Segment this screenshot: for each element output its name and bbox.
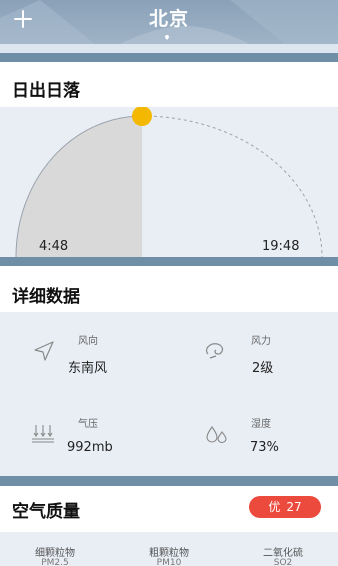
pollutant-code: PM10 xyxy=(156,558,182,566)
sunset-time: 19:48 xyxy=(262,239,300,254)
header-band-dark xyxy=(0,53,338,62)
pollutant-code: SO2 xyxy=(273,558,293,566)
location-dot-icon xyxy=(165,35,169,40)
pollutant-name: 细颗粒物 xyxy=(35,548,75,559)
wind-direction-value: 东南风 xyxy=(68,361,108,376)
humidity-drops-icon xyxy=(206,426,227,444)
humidity-label: 湿度 xyxy=(251,419,271,430)
pollutant-name: 粗颗粒物 xyxy=(149,548,189,559)
details-card: 风向 东南风 风力 2级 气压 992mb 湿度 73% xyxy=(0,312,338,476)
air-quality-index: 27 xyxy=(286,500,302,514)
sunrise-sunset-card: 4:48 19:48 xyxy=(0,107,338,257)
elapsed-day-area xyxy=(16,116,142,257)
details-section-title: 详细数据 xyxy=(12,287,80,307)
pollutant-code: PM2.5 xyxy=(41,558,69,566)
navigation-arrow-icon xyxy=(34,341,54,361)
wind-swirl-icon xyxy=(206,343,224,359)
section-divider xyxy=(0,257,338,266)
wind-direction-label: 风向 xyxy=(78,336,98,347)
pressure-value: 992mb xyxy=(67,440,113,455)
pressure-label: 气压 xyxy=(78,419,98,430)
air-quality-badge[interactable]: 优 27 xyxy=(249,496,321,518)
wind-force-value: 2级 xyxy=(252,361,274,376)
sun-arc-diagram xyxy=(15,107,323,257)
sun-path-remaining xyxy=(141,115,323,257)
pollutant-name: 二氧化硫 xyxy=(263,548,303,559)
sunrise-section-title: 日出日落 xyxy=(12,81,80,101)
city-header: 北京 xyxy=(0,0,338,44)
pressure-gauge-icon xyxy=(32,425,54,443)
air-quality-section-title: 空气质量 xyxy=(12,502,80,522)
air-quality-level: 优 xyxy=(268,500,281,514)
section-divider xyxy=(0,476,338,486)
humidity-value: 73% xyxy=(250,440,279,455)
pollutant-card: 细颗粒物 PM2.5 粗颗粒物 PM10 二氧化硫 SO2 xyxy=(0,532,338,566)
header-band-light xyxy=(0,44,338,53)
sunrise-time: 4:48 xyxy=(39,239,69,254)
city-title[interactable]: 北京 xyxy=(0,4,338,31)
wind-force-label: 风力 xyxy=(251,336,271,347)
